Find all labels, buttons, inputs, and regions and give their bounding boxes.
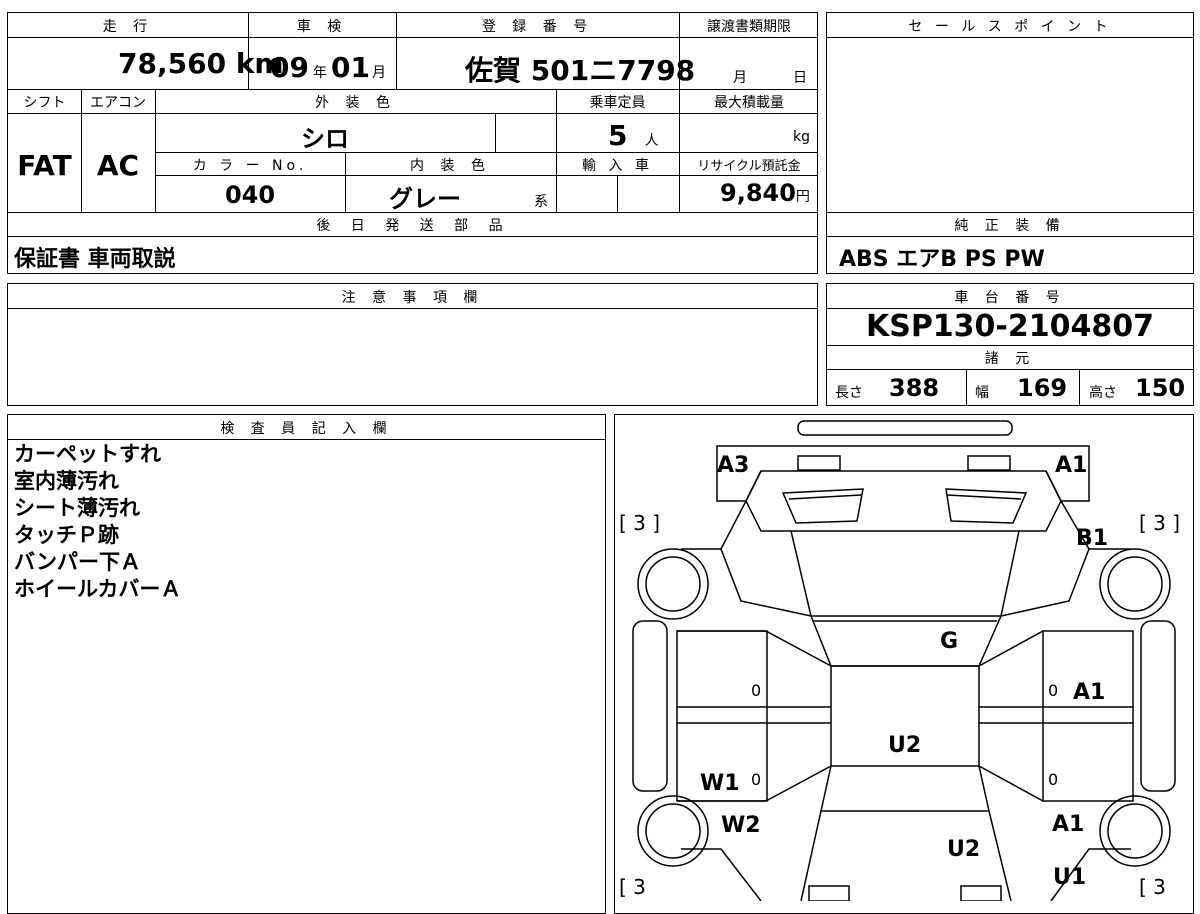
- notes-box: 注 意 事 項 欄: [7, 283, 818, 406]
- zero-mark: 0: [1048, 681, 1059, 700]
- transfer-day: 日: [793, 70, 807, 86]
- inspector-line: ホイールカバーＡ: [14, 577, 182, 601]
- inspector-header: 検 査 員 記 入 欄: [220, 421, 393, 437]
- tire-tread-front-left: [ 3 ]: [619, 511, 661, 535]
- mark-b1: B1: [1076, 526, 1109, 551]
- zero-mark: 0: [751, 681, 762, 700]
- capacity-value: 5: [608, 119, 628, 152]
- mileage-header: 走 行: [102, 19, 154, 35]
- height-label: 高さ: [1089, 385, 1117, 401]
- shift-value: FAT: [17, 149, 72, 182]
- tire-tread-rear-right: [ 3: [1139, 875, 1166, 899]
- length-value: 388: [889, 374, 940, 402]
- car-diagram: [632, 420, 1176, 901]
- later-parts-header: 後 日 発 送 部 品: [316, 218, 511, 234]
- mark-u1: U1: [1053, 865, 1087, 890]
- inspector-line: カーペットすれ: [14, 442, 161, 466]
- reg-prefecture: 佐賀: [465, 54, 522, 87]
- exterior-color-value: シロ: [301, 125, 349, 153]
- later-parts-value: 保証書 車両取説: [14, 247, 176, 272]
- transfer-deadline-header: 譲渡書類期限: [707, 19, 791, 35]
- inspector-box: 検 査 員 記 入 欄 カーペットすれ 室内薄汚れ シート薄汚れ タッチＰ跡 バ…: [7, 414, 606, 914]
- aircon-value: AC: [96, 149, 140, 182]
- aircon-header: エアコン: [90, 95, 146, 111]
- tire-tread-rear-left: [ 3: [619, 875, 646, 899]
- max-load-header: 最大積載量: [714, 95, 784, 111]
- capacity-header: 乗車定員: [589, 95, 646, 111]
- inspector-line: バンパー下Ａ: [14, 550, 142, 574]
- month-unit: 月: [371, 65, 386, 81]
- chassis-box: 車 台 番 号 KSP130-2104807 諸 元 長さ 388 幅 169 …: [826, 283, 1194, 406]
- shaken-month: 01: [330, 51, 370, 84]
- exterior-color-header: 外 装 色: [315, 95, 396, 111]
- inspector-line: 室内薄汚れ: [14, 469, 119, 493]
- width-value: 169: [1017, 374, 1068, 402]
- capacity-unit: 人: [644, 133, 659, 149]
- mark-a1-right-door: A1: [1073, 680, 1106, 705]
- mark-w2: W2: [721, 813, 761, 838]
- recycle-unit: 円: [795, 189, 810, 205]
- import-header: 輸 入 車: [582, 158, 653, 174]
- interior-color-suffix: 系: [534, 194, 548, 210]
- mark-u2-rear: U2: [947, 837, 981, 862]
- shift-header: シフト: [23, 95, 66, 111]
- sales-point-box: セ ー ル ス ポ イ ン ト 純 正 装 備 ABS エアB PS PW: [826, 12, 1194, 274]
- chassis-header: 車 台 番 号: [954, 290, 1066, 306]
- equipment-header: 純 正 装 備: [954, 218, 1066, 234]
- recycle-value: 9,840: [720, 179, 796, 207]
- reg-number: 501: [530, 54, 590, 87]
- reg-serial: 7798: [617, 54, 696, 87]
- mark-u2-roof: U2: [888, 733, 922, 758]
- recycle-fee-header: リサイクル預託金: [697, 159, 801, 174]
- notes-header: 注 意 事 項 欄: [341, 290, 484, 306]
- sales-point-header: セ ー ル ス ポ イ ン ト: [908, 19, 1112, 35]
- tire-tread-front-right: [ 3 ]: [1139, 511, 1181, 535]
- max-load-unit: kg: [793, 129, 810, 145]
- mark-a1-front: A1: [1055, 453, 1088, 478]
- inspector-line: シート薄汚れ: [14, 496, 140, 520]
- equipment-value: ABS エアB PS PW: [839, 247, 1045, 272]
- color-no-header: カ ラ ー No.: [192, 158, 308, 174]
- car-diagram-box: A3 A1 B1 G A1 U2 W1 W2 A1 U2 U1 0 0 0 0 …: [614, 414, 1194, 914]
- transfer-month: 月: [733, 70, 747, 86]
- mark-w1: W1: [700, 771, 740, 796]
- shaken-year: 09: [270, 51, 309, 84]
- zero-mark: 0: [751, 770, 762, 789]
- length-label: 長さ: [835, 385, 863, 401]
- color-no-value: 040: [224, 181, 276, 209]
- inspector-line: タッチＰ跡: [14, 523, 119, 547]
- chassis-value: KSP130-2104807: [865, 309, 1155, 344]
- inspector-notes: カーペットすれ 室内薄汚れ シート薄汚れ タッチＰ跡 バンパー下Ａ ホイールカバ…: [14, 441, 181, 603]
- reg-kana: ニ: [589, 54, 618, 87]
- mark-g: G: [940, 629, 959, 654]
- year-unit: 年: [312, 65, 327, 81]
- zero-mark: 0: [1048, 770, 1059, 789]
- height-value: 150: [1135, 374, 1186, 402]
- vehicle-info-table: 走 行 車 検 登 録 番 号 譲渡書類期限 78,560 km 09 年 01 月 …: [7, 12, 818, 274]
- registration-plate: 佐賀 501ニ7798: [465, 49, 695, 89]
- mileage-value: 78,560: [118, 47, 227, 80]
- specs-header: 諸 元: [984, 351, 1036, 367]
- width-label: 幅: [975, 385, 989, 401]
- interior-color-value: グレー: [389, 185, 461, 213]
- mark-a1-right-rear: A1: [1052, 812, 1085, 837]
- shaken-header: 車 検: [296, 19, 348, 35]
- interior-color-header: 内 装 色: [410, 158, 491, 174]
- mark-a3: A3: [717, 453, 750, 478]
- registration-header: 登 録 番 号: [481, 19, 594, 35]
